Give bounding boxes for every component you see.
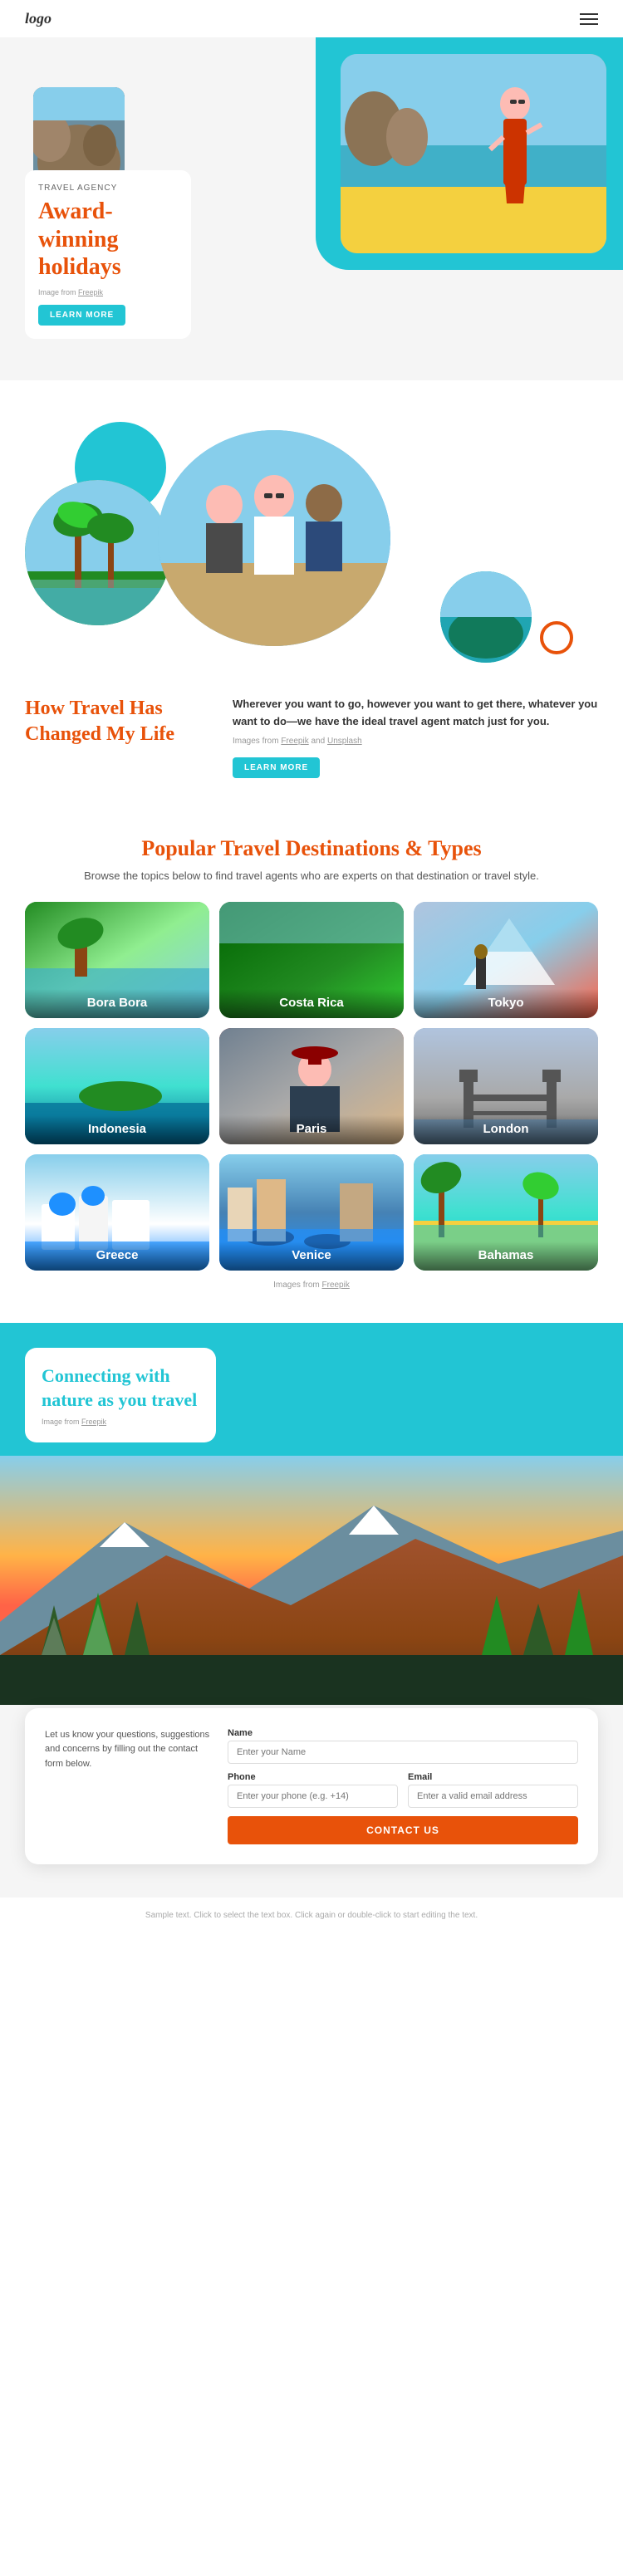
hero-main-image [341, 54, 606, 253]
how-travel-credit-link2[interactable]: Unsplash [327, 737, 362, 746]
dest-credit-prefix: Images from [273, 1281, 321, 1290]
menu-line-2 [580, 18, 598, 20]
hero-credit: Image from Freepik [38, 288, 178, 296]
contact-section: Let us know your questions, suggestions … [0, 1442, 623, 1898]
how-travel-section: How Travel Has Changed My Life Wherever … [0, 380, 623, 804]
destination-card-london[interactable]: London [414, 1028, 598, 1144]
people-image [158, 430, 390, 646]
circle-photo-people [158, 430, 390, 646]
destinations-description: Browse the topics below to find travel a… [25, 869, 598, 882]
destinations-grid: Bora Bora Costa Rica [25, 902, 598, 1271]
destination-card-greece[interactable]: Greece [25, 1154, 209, 1271]
name-label: Name [228, 1728, 578, 1738]
beach-scene-svg [341, 54, 606, 253]
paris-label: Paris [219, 1115, 404, 1144]
name-input[interactable] [228, 1741, 578, 1764]
venice-label: Venice [219, 1241, 404, 1271]
name-row: Name [228, 1728, 578, 1764]
how-travel-credit: Images from Freepik and Unsplash [233, 737, 598, 746]
london-label: London [414, 1115, 598, 1144]
costarica-label: Costa Rica [219, 989, 404, 1018]
destination-card-borabora[interactable]: Bora Bora [25, 902, 209, 1018]
hero-credit-prefix: Image from [38, 288, 78, 296]
how-travel-credit-and: and [309, 737, 327, 746]
borabora-label: Bora Bora [25, 989, 209, 1018]
how-travel-left: How Travel Has Changed My Life [25, 696, 208, 747]
bahamas-label: Bahamas [414, 1241, 598, 1271]
hamburger-menu[interactable] [580, 13, 598, 25]
palms-svg [25, 480, 170, 625]
destination-card-venice[interactable]: Venice [219, 1154, 404, 1271]
hero-text-box: TRAVEL AGENCY Award-winning holidays Ima… [25, 170, 191, 339]
logo: logo [25, 10, 52, 27]
destination-card-bahamas[interactable]: Bahamas [414, 1154, 598, 1271]
palms-image [25, 480, 170, 625]
destination-card-costarica[interactable]: Costa Rica [219, 902, 404, 1018]
destinations-title: Popular Travel Destinations & Types [25, 836, 598, 861]
greece-label: Greece [25, 1241, 209, 1271]
circle-photo-island [440, 571, 532, 663]
hero-eyebrow: TRAVEL AGENCY [38, 184, 178, 193]
contact-submit-button[interactable]: CONTACT US [228, 1816, 578, 1844]
footer: Sample text. Click to select the text bo… [0, 1898, 623, 1933]
island-image [440, 571, 532, 663]
how-travel-credit-link1[interactable]: Freepik [281, 737, 308, 746]
indonesia-label: Indonesia [25, 1115, 209, 1144]
destinations-credit: Images from Freepik [25, 1281, 598, 1290]
destination-card-indonesia[interactable]: Indonesia [25, 1028, 209, 1144]
nature-section: Connecting with nature as you travel Ima… [0, 1323, 623, 1897]
hero-main-image-placeholder [341, 54, 606, 253]
how-travel-learn-more-button[interactable]: LEARN MORE [233, 757, 320, 778]
how-travel-credit-prefix: Images from [233, 737, 281, 746]
phone-input[interactable] [228, 1785, 398, 1808]
how-travel-right: Wherever you want to go, however you wan… [233, 696, 598, 779]
nature-text-box: Connecting with nature as you travel Ima… [25, 1348, 216, 1442]
hero-credit-link[interactable]: Freepik [78, 288, 103, 296]
name-group: Name [228, 1728, 578, 1764]
island-svg [440, 571, 532, 663]
circle-photo-palms [25, 480, 170, 625]
hero-section: TRAVEL AGENCY Award-winning holidays Ima… [0, 37, 623, 380]
phone-group: Phone [228, 1772, 398, 1808]
destination-card-tokyo[interactable]: Tokyo [414, 902, 598, 1018]
email-group: Email [408, 1772, 578, 1808]
destinations-section: Popular Travel Destinations & Types Brow… [0, 803, 623, 1323]
contact-left: Let us know your questions, suggestions … [45, 1728, 211, 1772]
email-label: Email [408, 1772, 578, 1782]
header: logo [0, 0, 623, 37]
circles-container [25, 414, 598, 679]
nature-credit: Image from Freepik [42, 1418, 199, 1426]
contact-left-text: Let us know your questions, suggestions … [45, 1728, 211, 1772]
contact-grid: Let us know your questions, suggestions … [45, 1728, 578, 1844]
nature-credit-link[interactable]: Freepik [81, 1418, 106, 1426]
destination-card-paris[interactable]: Paris [219, 1028, 404, 1144]
phone-label: Phone [228, 1772, 398, 1782]
nature-title: Connecting with nature as you travel [42, 1364, 199, 1412]
menu-line-1 [580, 13, 598, 15]
menu-line-3 [580, 23, 598, 25]
how-travel-title: How Travel Has Changed My Life [25, 696, 208, 747]
hero-title: Award-winning holidays [38, 198, 178, 282]
people-svg [158, 430, 390, 646]
how-travel-content: How Travel Has Changed My Life Wherever … [25, 696, 598, 779]
orange-ring-decoration [540, 621, 573, 654]
footer-text: Sample text. Click to select the text bo… [25, 1911, 598, 1920]
email-input[interactable] [408, 1785, 578, 1808]
contact-card: Let us know your questions, suggestions … [25, 1708, 598, 1864]
phone-email-row: Phone Email [228, 1772, 578, 1808]
hero-learn-more-button[interactable]: LEARN MORE [38, 305, 125, 326]
nature-credit-prefix: Image from [42, 1418, 81, 1426]
dest-credit-link[interactable]: Freepik [322, 1281, 350, 1290]
how-travel-description: Wherever you want to go, however you wan… [233, 696, 598, 731]
contact-right: Name Phone Email CO [228, 1728, 578, 1844]
tokyo-label: Tokyo [414, 989, 598, 1018]
